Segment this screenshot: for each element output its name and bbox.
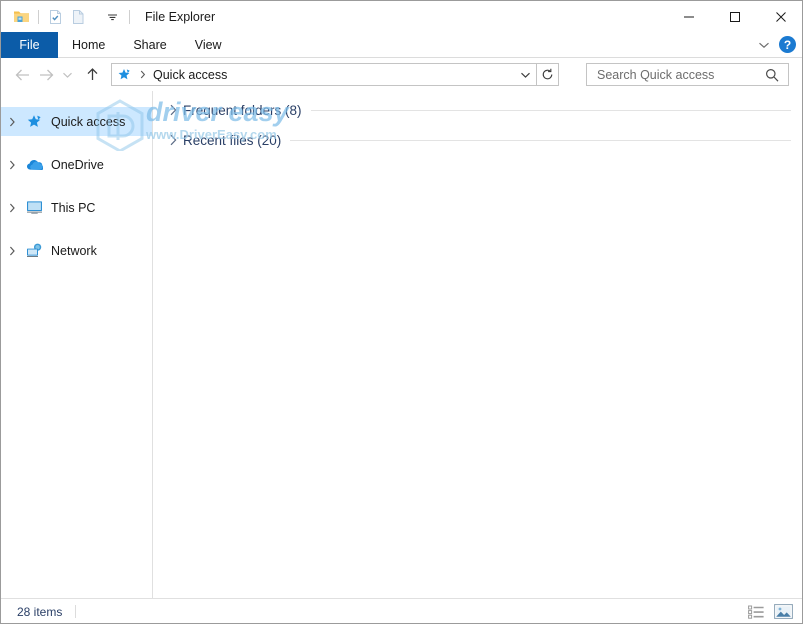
qat-divider-3 [129,9,130,24]
navigation-pane[interactable]: Quick access OneDrive This PC Network [1,91,152,598]
properties-icon[interactable] [44,6,66,28]
quick-access-star-icon [112,68,136,82]
help-icon[interactable]: ? [779,36,796,53]
details-view-button[interactable] [746,602,767,621]
expand-chevron-icon[interactable] [1,160,23,170]
expand-chevron-icon[interactable] [1,203,23,213]
search-input[interactable] [595,66,765,83]
expand-chevron-icon[interactable] [1,117,23,127]
group-rule [310,109,791,111]
this-pc-monitor-icon [23,200,45,215]
window-controls [666,1,802,32]
view-mode-buttons [746,602,802,621]
large-icons-view-button[interactable] [773,602,794,621]
breadcrumb-quick-access[interactable]: Quick access [153,68,227,82]
sidebar-item-label: This PC [51,200,96,215]
address-dropdown-chevron-icon[interactable] [515,64,536,85]
customize-qat-chevron-icon[interactable] [101,6,123,28]
close-button[interactable] [758,1,802,32]
forward-button[interactable] [34,63,58,87]
minimize-button[interactable] [666,1,712,32]
qat-divider [38,9,39,24]
refresh-icon[interactable] [537,64,558,85]
up-button[interactable] [80,63,104,87]
sidebar-item-onedrive[interactable]: OneDrive [1,150,152,179]
sidebar-item-network[interactable]: Network [1,236,152,265]
tab-home[interactable]: Home [58,32,119,58]
group-header-recent-files[interactable]: Recent files (20) [153,125,802,155]
expand-ribbon-chevron-icon[interactable] [758,41,770,49]
tab-share[interactable]: Share [119,32,180,58]
content-pane[interactable]: Frequent folders (8) Recent files (20) [153,91,802,598]
expand-chevron-icon[interactable] [163,104,183,116]
file-explorer-window: File Explorer File Home Share View ? Qui… [0,0,803,624]
sidebar-item-label: OneDrive [51,157,104,172]
address-bar[interactable]: Quick access [111,63,559,86]
quick-access-toolbar: File Explorer [1,1,215,32]
tab-file[interactable]: File [1,32,58,58]
maximize-button[interactable] [712,1,758,32]
expand-chevron-icon[interactable] [1,246,23,256]
sidebar-item-label: Network [51,243,97,258]
onedrive-cloud-icon [23,158,45,171]
title-bar: File Explorer [1,1,802,32]
quick-access-star-icon [23,114,45,130]
group-title: Recent files (20) [183,132,282,148]
sidebar-item-this-pc[interactable]: This PC [1,193,152,222]
search-magnifier-icon[interactable] [765,68,788,82]
group-rule [290,139,791,141]
explorer-folder-icon[interactable] [10,6,32,28]
ribbon-right-controls: ? [758,32,802,57]
breadcrumb-separator-icon[interactable] [136,70,149,79]
status-item-count: 28 items [17,604,63,619]
qat-divider-2 [95,10,96,24]
status-bar: 28 items [1,598,802,623]
sidebar-item-quick-access[interactable]: Quick access [1,107,152,136]
ribbon-tabstrip: File Home Share View ? [1,32,802,58]
new-folder-icon[interactable] [67,6,89,28]
group-header-frequent-folders[interactable]: Frequent folders (8) [153,95,802,125]
search-box[interactable] [586,63,789,86]
expand-chevron-icon[interactable] [163,134,183,146]
group-title: Frequent folders (8) [183,102,302,118]
network-icon [23,243,45,258]
sidebar-item-label: Quick access [51,114,126,129]
back-button[interactable] [10,63,34,87]
tab-view[interactable]: View [181,32,236,58]
window-title: File Explorer [145,9,216,24]
recent-locations-chevron-icon[interactable] [58,63,76,87]
status-divider [75,605,77,618]
